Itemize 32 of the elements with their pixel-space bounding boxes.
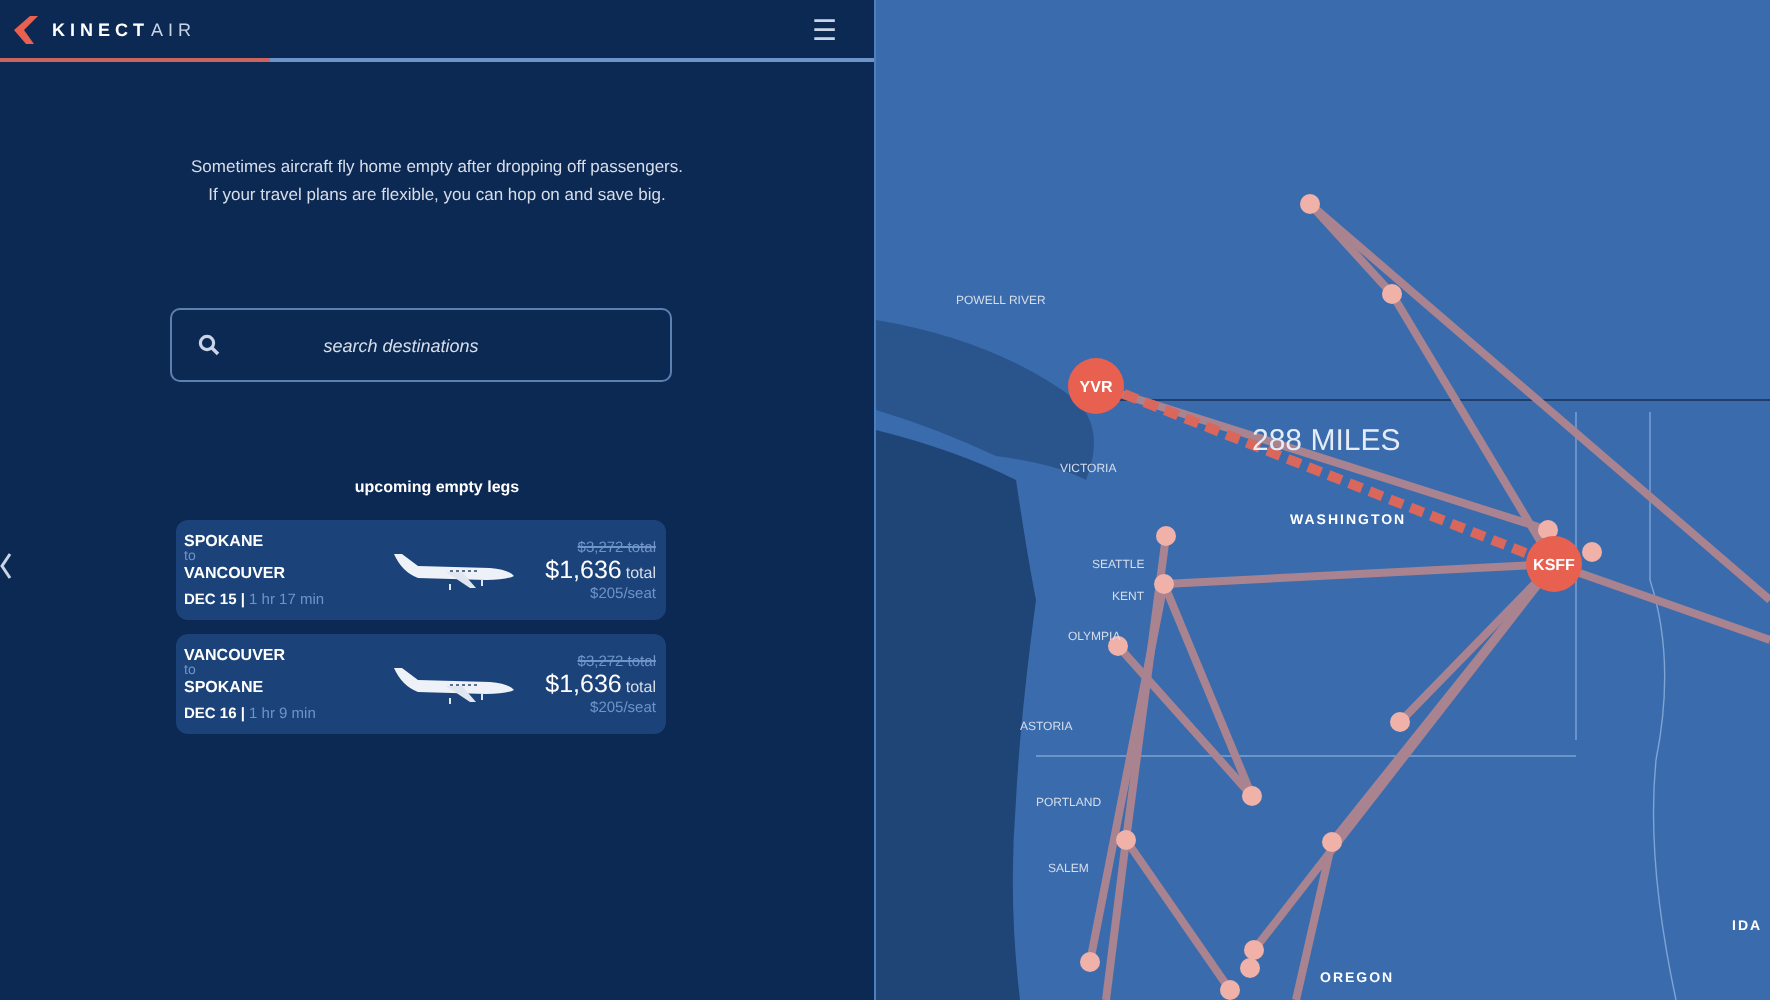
destination-city: VANCOUVER <box>184 564 288 582</box>
airport-marker[interactable] <box>1244 940 1264 960</box>
plane-icon <box>390 662 519 706</box>
airport-marker[interactable] <box>1156 526 1176 546</box>
menu-button[interactable]: ☰ <box>812 13 838 45</box>
plane-icon <box>390 548 519 592</box>
airport-marker[interactable] <box>1390 712 1410 732</box>
airport-marker[interactable] <box>1080 952 1100 972</box>
destination-city: SPOKANE <box>184 678 266 696</box>
price-amount: $1,636 <box>545 670 622 698</box>
airport-marker[interactable] <box>1300 194 1320 214</box>
airport-marker[interactable] <box>1242 786 1262 806</box>
origin-city: VANCOUVER <box>184 646 288 664</box>
price-amount: $1,636 <box>545 556 622 584</box>
airport-marker[interactable] <box>1154 574 1174 594</box>
origin-city: SPOKANE <box>184 532 266 550</box>
airport-marker[interactable] <box>1220 980 1240 1000</box>
logo-icon <box>12 15 44 43</box>
airport-marker[interactable] <box>1382 284 1402 304</box>
airport-marker[interactable] <box>1116 830 1136 850</box>
airport-marker[interactable] <box>1322 832 1342 852</box>
search-icon <box>198 334 220 356</box>
price-label: total <box>625 564 656 582</box>
intro-text: Sometimes aircraft fly home empty after dropping off passengers. <box>191 156 683 176</box>
airport-marker[interactable] <box>1582 542 1602 562</box>
section-heading: upcoming empty legs <box>352 478 522 496</box>
chevron-left-icon[interactable] <box>0 552 12 580</box>
price-label: total <box>625 678 656 696</box>
logo-text: KINECT AIR <box>52 19 197 39</box>
intro-text: If your travel plans are flexible, you can hop on and save big. <box>208 184 666 204</box>
search-field[interactable]: search destinations <box>170 308 672 382</box>
airport-marker[interactable] <box>1240 958 1260 978</box>
